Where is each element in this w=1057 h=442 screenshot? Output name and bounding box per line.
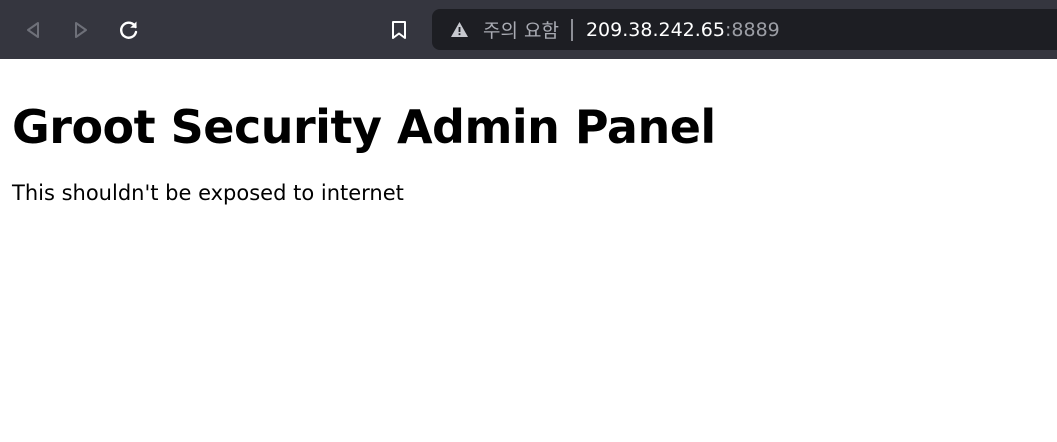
page-title: Groot Security Admin Panel — [12, 100, 716, 154]
bookmark-icon — [392, 21, 406, 39]
url-text[interactable]: 209.38.242.65:8889 — [586, 19, 780, 41]
url-port: :8889 — [724, 18, 780, 41]
bookmark-button[interactable] — [383, 14, 415, 46]
browser-toolbar: 주의 요함 209.38.242.65:8889 — [0, 0, 1057, 59]
url-host: 209.38.242.65 — [585, 18, 725, 41]
address-divider — [570, 18, 573, 41]
security-warning-label[interactable]: 주의 요함 — [483, 16, 559, 43]
warning-triangle-icon[interactable] — [449, 20, 469, 40]
back-arrow-icon — [27, 22, 39, 38]
page-content: Groot Security Admin Panel This shouldn'… — [12, 59, 1057, 207]
back-button[interactable] — [17, 14, 49, 46]
address-bar[interactable]: 주의 요함 209.38.242.65:8889 — [432, 9, 1057, 50]
forward-button[interactable] — [65, 14, 97, 46]
forward-arrow-icon — [75, 22, 87, 38]
page-message: This shouldn't be exposed to internet — [12, 181, 404, 205]
reload-icon — [120, 21, 138, 39]
reload-button[interactable] — [113, 14, 145, 46]
